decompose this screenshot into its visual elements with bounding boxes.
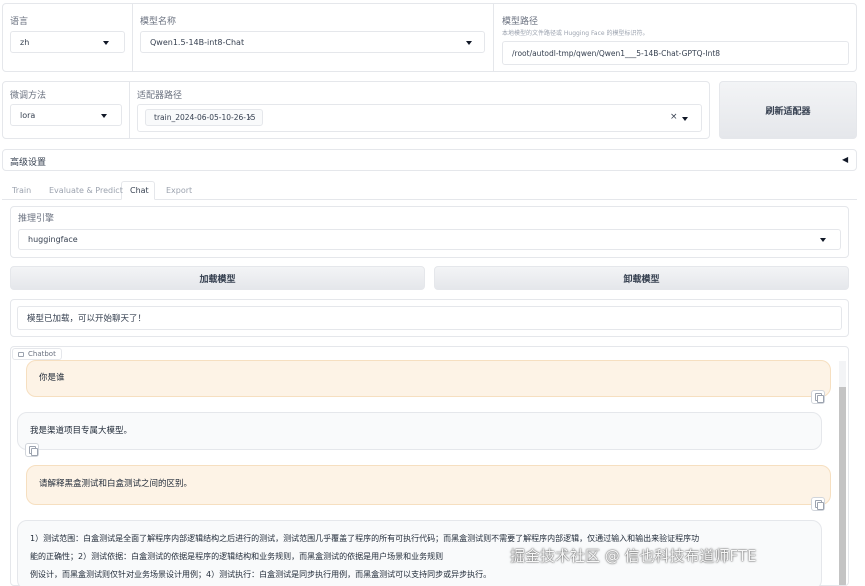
chat-icon — [18, 351, 24, 357]
infer-engine-value: huggingface — [28, 235, 78, 244]
advanced-settings-label: 高级设置 — [10, 158, 47, 168]
tab-chat[interactable]: Chat — [130, 186, 149, 195]
tab-train[interactable]: Train — [12, 186, 31, 195]
collapse-arrow-icon[interactable]: ◀ — [842, 155, 848, 164]
watermark-text: 掘金技术社区 @ 信也科技布道师FTE — [510, 547, 757, 565]
adapter-chip-label: train_2024-06-05-10-26-15 — [154, 113, 256, 122]
status-textbox: 模型已加载，可以开始聊天了！ — [17, 306, 842, 330]
chevron-down-icon — [682, 117, 688, 121]
language-dropdown[interactable]: zh — [10, 31, 125, 53]
bot-message: 我是渠道项目专属大模型。 — [17, 412, 822, 450]
chatbot-label: Chatbot — [28, 350, 56, 358]
chat-scrollbar-thumb[interactable] — [839, 387, 846, 585]
model-path-value: /root/autodl-tmp/qwen/Qwen1___5-14B-Chat… — [512, 48, 721, 58]
copy-icon[interactable] — [25, 443, 39, 457]
tab-export[interactable]: Export — [166, 186, 192, 195]
chat-scrollbar-track[interactable] — [839, 361, 846, 585]
clear-icon[interactable]: × — [670, 112, 678, 122]
adapter-chip[interactable]: train_2024-06-05-10-26-15 × — [145, 109, 263, 126]
model-name-value: Qwen1.5-14B-int8-Chat — [150, 37, 245, 47]
load-model-button[interactable]: 加载模型 — [10, 266, 425, 290]
model-path-hint: 本地模型的文件路径或 Hugging Face 的模型标识符。 — [502, 30, 649, 37]
refresh-adapters-button[interactable]: 刷新适配器 — [719, 81, 857, 139]
language-value: zh — [20, 37, 30, 47]
model-path-label: 模型路径 — [502, 17, 539, 27]
chevron-down-icon — [466, 41, 472, 45]
divider — [129, 82, 130, 138]
chevron-down-icon — [101, 114, 107, 118]
model-path-input[interactable]: /root/autodl-tmp/qwen/Qwen1___5-14B-Chat… — [502, 41, 849, 65]
chatbot-label-tag: Chatbot — [12, 348, 62, 360]
model-name-dropdown[interactable]: Qwen1.5-14B-int8-Chat — [140, 31, 485, 53]
finetune-value: lora — [20, 110, 36, 120]
model-name-label: 模型名称 — [140, 17, 177, 27]
close-icon[interactable]: × — [246, 113, 253, 122]
user-message: 请解释黑盒测试和白盒测试之间的区别。 — [26, 465, 831, 505]
status-text: 模型已加载，可以开始聊天了！ — [27, 314, 147, 324]
infer-engine-label: 推理引擎 — [18, 214, 55, 224]
unload-model-button[interactable]: 卸载模型 — [434, 266, 849, 290]
tab-evaluate-predict[interactable]: Evaluate & Predict — [49, 186, 123, 195]
copy-icon[interactable] — [811, 390, 825, 404]
finetune-dropdown[interactable]: lora — [10, 104, 122, 126]
language-label: 语言 — [10, 17, 29, 27]
adapter-label: 适配器路径 — [137, 91, 183, 101]
infer-engine-dropdown[interactable]: huggingface — [18, 229, 841, 250]
divider — [132, 4, 133, 71]
divider — [493, 4, 494, 71]
advanced-settings-accordion[interactable] — [2, 149, 857, 171]
user-message: 你是谁 — [26, 360, 831, 397]
finetune-label: 微调方法 — [10, 91, 47, 101]
chevron-down-icon — [103, 41, 109, 45]
chevron-down-icon — [820, 238, 826, 242]
copy-icon[interactable] — [811, 497, 825, 511]
